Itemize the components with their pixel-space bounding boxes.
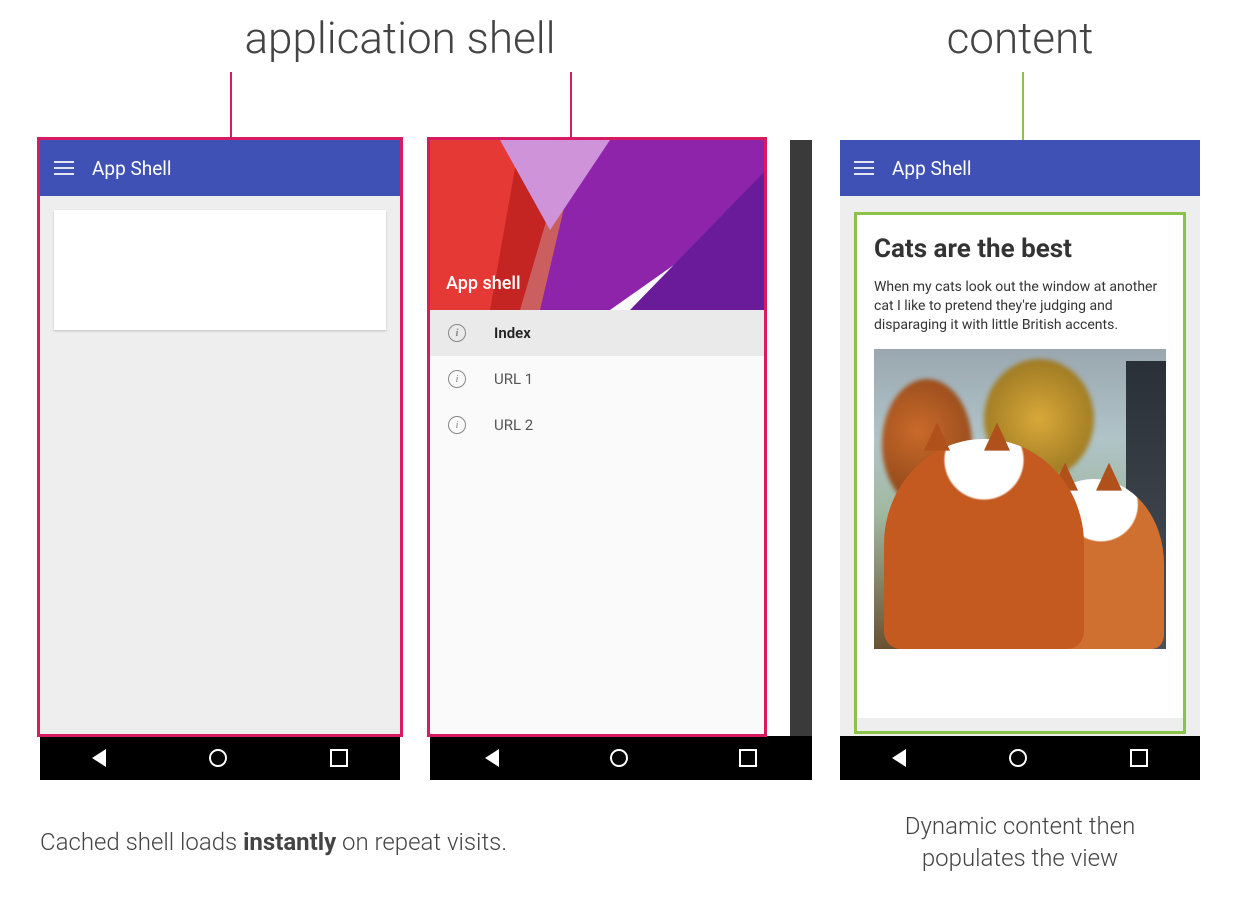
placeholder-card xyxy=(54,210,386,330)
caption-strong: instantly xyxy=(243,828,336,856)
caption-content: Dynamic content then populates the view xyxy=(850,810,1190,875)
home-circle-icon[interactable] xyxy=(209,749,227,767)
home-circle-icon[interactable] xyxy=(1009,749,1027,767)
back-triangle-icon[interactable] xyxy=(92,749,106,767)
nav-drawer: App shell i Index i URL 1 i URL 2 xyxy=(430,140,766,736)
phone-mockup-shell-empty: App Shell xyxy=(40,140,400,780)
home-circle-icon[interactable] xyxy=(610,749,628,767)
info-icon: i xyxy=(448,416,466,434)
phone-mockup-content: App Shell Cats are the best When my cats… xyxy=(840,140,1200,780)
drawer-item-index[interactable]: i Index xyxy=(430,310,766,356)
back-triangle-icon[interactable] xyxy=(892,749,906,767)
hamburger-icon[interactable] xyxy=(54,161,74,175)
app-body xyxy=(40,196,400,736)
drawer-header: App shell xyxy=(430,140,766,310)
connector-line xyxy=(230,72,232,142)
app-bar: App Shell xyxy=(840,140,1200,196)
back-triangle-icon[interactable] xyxy=(485,749,499,767)
scrim xyxy=(790,140,812,740)
recent-square-icon[interactable] xyxy=(739,749,757,767)
drawer-item-label: Index xyxy=(494,324,531,342)
caption-shell: Cached shell loads instantly on repeat v… xyxy=(40,826,507,858)
content-body-text: When my cats look out the window at anot… xyxy=(874,278,1166,335)
drawer-item-url1[interactable]: i URL 1 xyxy=(430,356,766,402)
heading-application-shell: application shell xyxy=(160,12,640,64)
android-nav-bar xyxy=(40,736,400,780)
recent-square-icon[interactable] xyxy=(1130,749,1148,767)
app-body: Cats are the best When my cats look out … xyxy=(840,196,1200,736)
recent-square-icon[interactable] xyxy=(330,749,348,767)
android-nav-bar xyxy=(430,736,812,780)
drawer-list: i Index i URL 1 i URL 2 xyxy=(430,310,766,448)
app-bar-title: App Shell xyxy=(92,157,172,180)
app-bar: App Shell xyxy=(40,140,400,196)
phone-mockup-shell-drawer: App shell i Index i URL 1 i URL 2 xyxy=(430,140,790,780)
content-title: Cats are the best xyxy=(874,234,1166,264)
info-icon: i xyxy=(448,370,466,388)
android-nav-bar xyxy=(840,736,1200,780)
info-icon: i xyxy=(448,324,466,342)
hamburger-icon[interactable] xyxy=(854,161,874,175)
drawer-item-label: URL 2 xyxy=(494,416,533,434)
connector-line xyxy=(570,72,572,142)
drawer-item-url2[interactable]: i URL 2 xyxy=(430,402,766,448)
caption-text: Cached shell loads xyxy=(40,828,243,856)
heading-content: content xyxy=(880,12,1160,64)
drawer-item-label: URL 1 xyxy=(494,370,533,388)
drawer-header-label: App shell xyxy=(446,273,521,294)
content-card: Cats are the best When my cats look out … xyxy=(856,214,1184,718)
app-bar-title: App Shell xyxy=(892,157,972,180)
caption-text: on repeat visits. xyxy=(336,828,507,856)
content-image xyxy=(874,349,1166,649)
